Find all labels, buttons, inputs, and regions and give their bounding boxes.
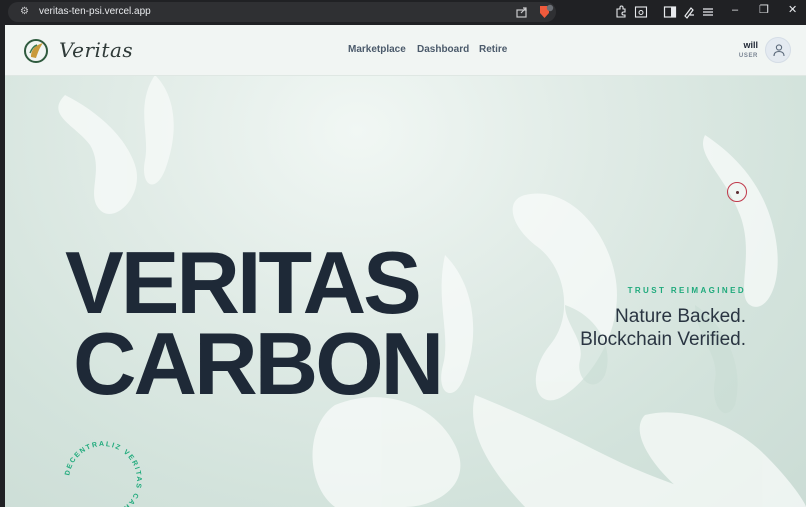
brand-wordmark[interactable]: Veritas: [59, 37, 133, 63]
veritas-logo-icon[interactable]: [22, 37, 50, 65]
nav-link-marketplace[interactable]: Marketplace: [348, 43, 406, 57]
hero-eyebrow: TRUST REIMAGINED: [627, 286, 746, 295]
user-icon: [773, 44, 785, 57]
minimize-icon[interactable]: –: [732, 3, 738, 17]
address-bar[interactable]: ⚙ veritas-ten-psi.vercel.app: [8, 2, 556, 22]
user-name: will: [743, 40, 758, 50]
browser-toolbar: ⚙ veritas-ten-psi.vercel.app – ❐ ✕: [0, 0, 806, 25]
close-icon[interactable]: ✕: [788, 3, 797, 17]
nav-link-dashboard[interactable]: Dashboard: [417, 43, 469, 57]
nav-link-retire[interactable]: Retire: [479, 43, 507, 57]
web-page: Veritas Marketplace Dashboard Retire wil…: [5, 25, 806, 507]
badge-text: DECENTRALIZ VERITAS CARB S: [64, 441, 140, 507]
hero-title-line2: CARBON: [73, 314, 444, 413]
restore-icon[interactable]: ❐: [759, 3, 769, 17]
hero-tagline-line2: Blockchain Verified.: [580, 329, 746, 350]
brave-shields-icon[interactable]: [537, 4, 555, 20]
rotating-badge: DECENTRALIZ VERITAS CARB S: [64, 441, 142, 507]
leo-ai-icon[interactable]: [682, 5, 696, 19]
hero-tagline-line1: Nature Backed.: [615, 306, 746, 327]
address-url[interactable]: veritas-ten-psi.vercel.app: [39, 5, 151, 19]
user-role: USER: [738, 53, 758, 59]
svg-text:DECENTRALIZ VERITAS CARB S: DECENTRALIZ VERITAS CARB S: [64, 441, 142, 507]
share-icon[interactable]: [515, 5, 529, 19]
site-navbar: Veritas Marketplace Dashboard Retire wil…: [5, 25, 806, 76]
cursor-indicator: [727, 182, 747, 202]
hero-title-line1: VERITAS: [65, 233, 422, 332]
extensions-icon[interactable]: [614, 5, 628, 19]
menu-icon[interactable]: [701, 5, 715, 19]
site-settings-icon[interactable]: ⚙: [20, 6, 32, 18]
user-avatar-button[interactable]: [765, 37, 791, 63]
sidebar-icon[interactable]: [663, 5, 677, 19]
tab-search-icon[interactable]: [634, 5, 648, 19]
